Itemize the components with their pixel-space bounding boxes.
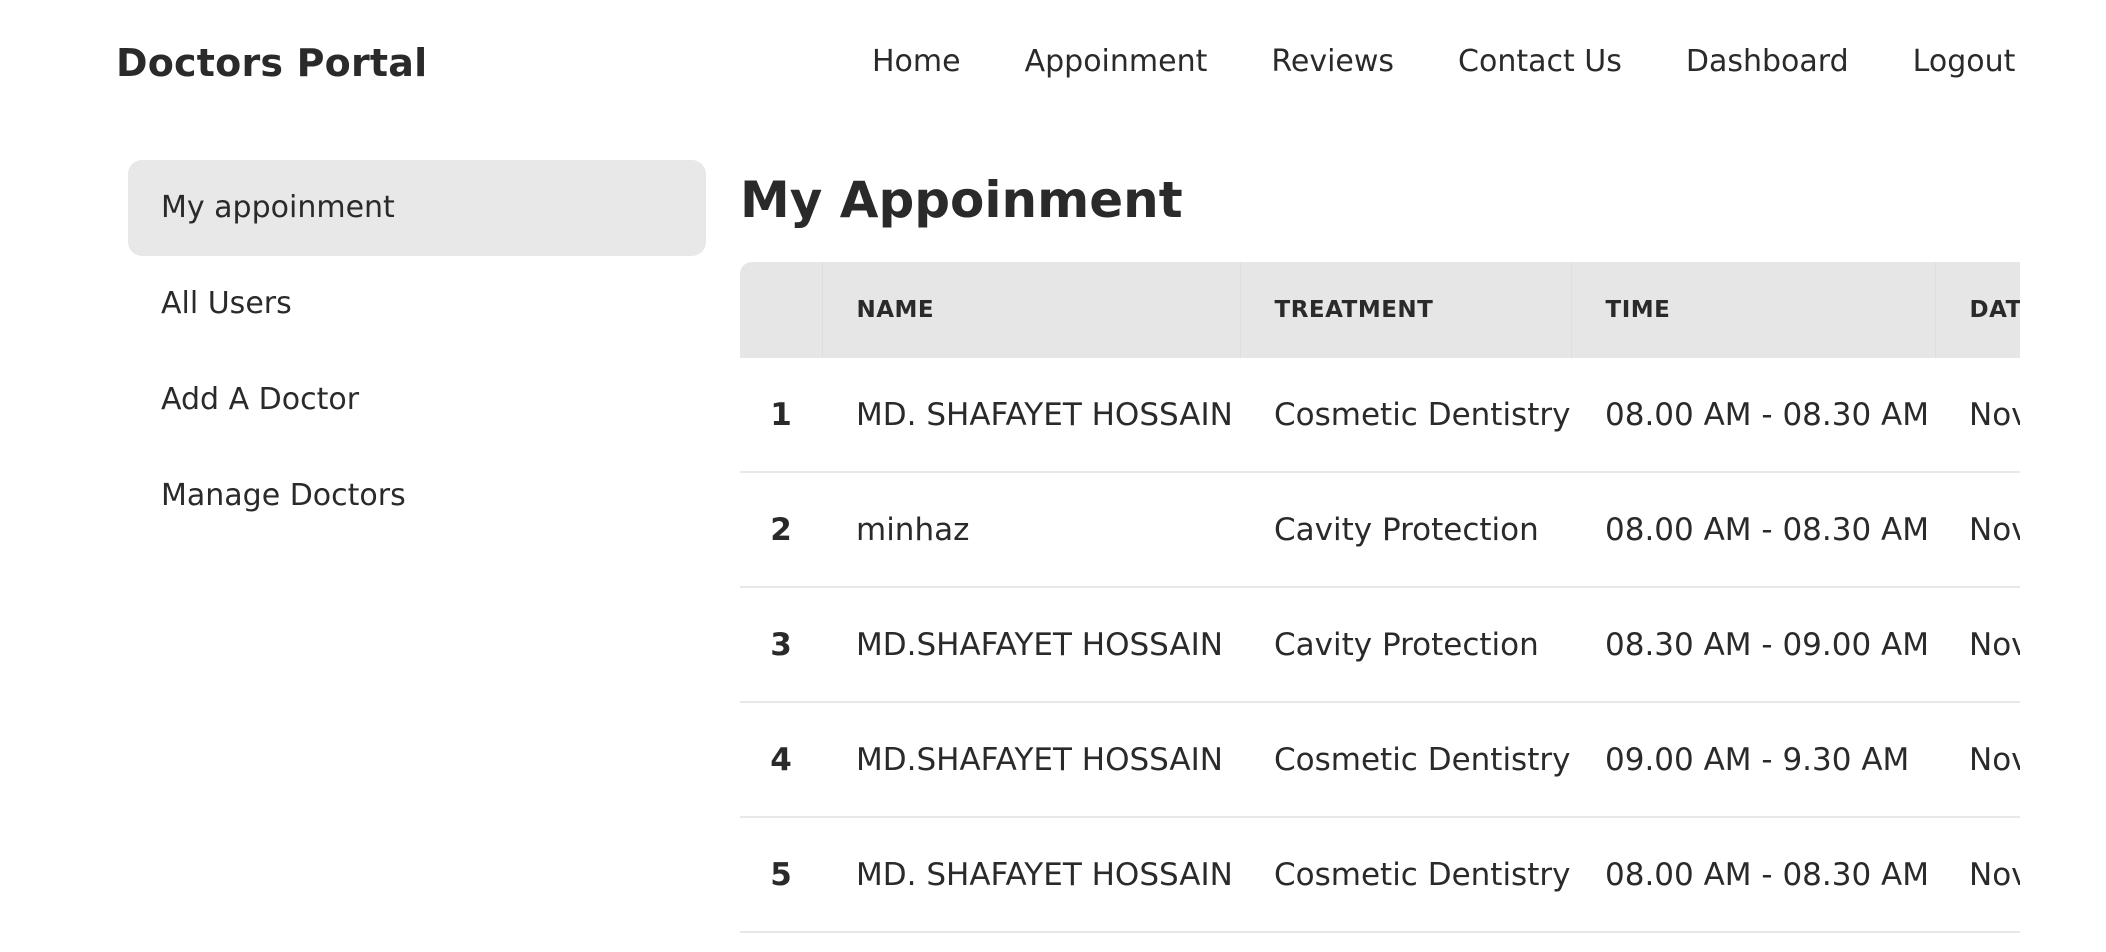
row-index: 2	[740, 472, 822, 588]
row-name: MD. SHAFAYET HOSSAIN	[822, 817, 1240, 933]
row-treatment: Cosmetic Dentistry	[1240, 702, 1571, 818]
row-treatment: Cavity Protection	[1240, 472, 1571, 588]
page-title: My Appoinment	[740, 171, 1183, 229]
main-content: My Appoinment NAME TREATMENT TIME DATE 1…	[740, 160, 2020, 933]
column-header-treatment: TREATMENT	[1239, 262, 1571, 358]
row-index: 3	[740, 587, 822, 703]
column-header-time: TIME	[1570, 262, 1935, 358]
table-row: 3 MD.SHAFAYET HOSSAIN Cavity Protection …	[740, 587, 2020, 703]
row-index: 4	[740, 702, 822, 818]
row-date: Nov	[1935, 587, 2020, 703]
nav-dashboard[interactable]: Dashboard	[1654, 26, 1881, 97]
nav-reviews[interactable]: Reviews	[1239, 26, 1426, 97]
nav-appoinment[interactable]: Appoinment	[993, 26, 1240, 97]
nav-home[interactable]: Home	[840, 26, 993, 97]
nav-menu: Home Appoinment Reviews Contact Us Dashb…	[840, 26, 2047, 97]
row-date: Nov	[1935, 702, 2020, 818]
row-date: Nov	[1935, 817, 2020, 933]
row-name: MD.SHAFAYET HOSSAIN	[822, 702, 1240, 818]
nav-logout[interactable]: Logout	[1881, 26, 2048, 97]
row-time: 08.00 AM - 08.30 AM	[1571, 817, 1935, 933]
row-treatment: Cavity Protection	[1240, 587, 1571, 703]
brand-logo[interactable]: Doctors Portal	[116, 41, 427, 85]
nav-contact-us[interactable]: Contact Us	[1426, 26, 1654, 97]
table-header-row: NAME TREATMENT TIME DATE	[740, 262, 2020, 358]
row-name: minhaz	[822, 472, 1240, 588]
table-row: 4 MD.SHAFAYET HOSSAIN Cosmetic Dentistry…	[740, 702, 2020, 818]
row-time: 08.30 AM - 09.00 AM	[1571, 587, 1935, 703]
row-treatment: Cosmetic Dentistry	[1240, 358, 1571, 473]
row-time: 08.00 AM - 08.30 AM	[1571, 472, 1935, 588]
row-index: 5	[740, 817, 822, 933]
navbar: Doctors Portal Home Appoinment Reviews C…	[0, 0, 2106, 132]
row-index: 1	[740, 358, 822, 473]
column-header-date: DATE	[1934, 262, 2020, 358]
row-date: Nov	[1935, 472, 2020, 588]
row-treatment: Cosmetic Dentistry	[1240, 817, 1571, 933]
column-header-index	[740, 262, 822, 358]
row-time: 08.00 AM - 08.30 AM	[1571, 358, 1935, 473]
sidebar-item-add-a-doctor[interactable]: Add A Doctor	[128, 352, 706, 448]
dashboard-sidebar: My appoinment All Users Add A Doctor Man…	[128, 160, 706, 544]
row-name: MD.SHAFAYET HOSSAIN	[822, 587, 1240, 703]
sidebar-item-my-appoinment[interactable]: My appoinment	[128, 160, 706, 256]
table-row: 5 MD. SHAFAYET HOSSAIN Cosmetic Dentistr…	[740, 817, 2020, 933]
appointments-table: NAME TREATMENT TIME DATE 1 MD. SHAFAYET …	[740, 262, 2020, 933]
sidebar-item-manage-doctors[interactable]: Manage Doctors	[128, 448, 706, 544]
table-row: 2 minhaz Cavity Protection 08.00 AM - 08…	[740, 472, 2020, 588]
row-name: MD. SHAFAYET HOSSAIN	[822, 358, 1240, 473]
row-date: Nov	[1935, 358, 2020, 473]
table-row: 1 MD. SHAFAYET HOSSAIN Cosmetic Dentistr…	[740, 358, 2020, 473]
sidebar-item-all-users[interactable]: All Users	[128, 256, 706, 352]
column-header-name: NAME	[821, 262, 1240, 358]
row-time: 09.00 AM - 9.30 AM	[1571, 702, 1935, 818]
